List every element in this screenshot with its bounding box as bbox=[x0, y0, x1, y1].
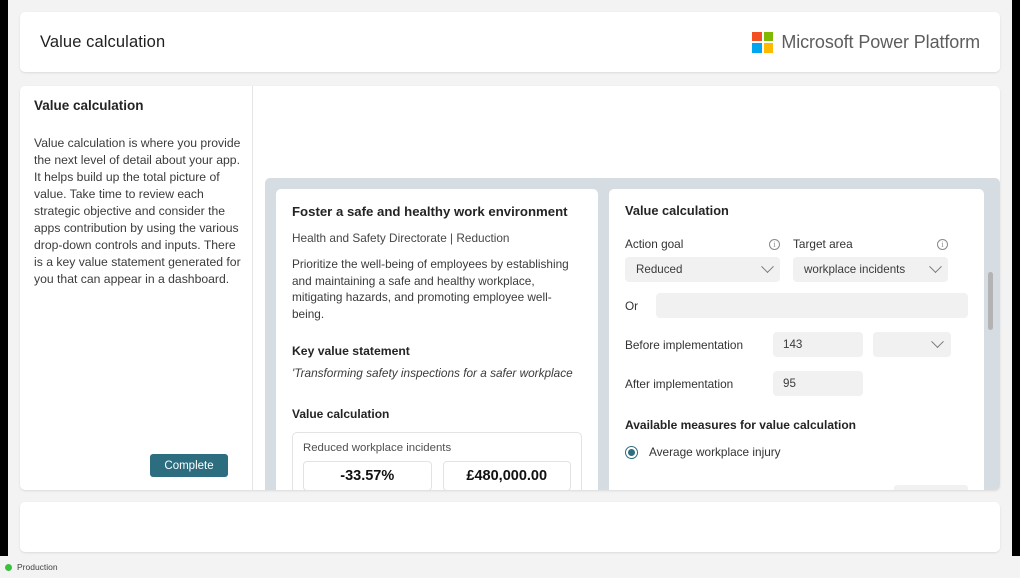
action-goal-select[interactable]: Reduced bbox=[625, 257, 780, 282]
before-implementation-label: Before implementation bbox=[625, 338, 773, 352]
main-panel: Value calculation Value calculation is w… bbox=[20, 86, 1000, 490]
environment-label: Production bbox=[17, 562, 58, 572]
or-label: Or bbox=[625, 299, 647, 313]
footer-panel bbox=[20, 502, 1000, 552]
info-icon[interactable]: i bbox=[937, 239, 948, 250]
chevron-down-icon bbox=[931, 335, 944, 348]
value-result-box: Reduced workplace incidents -33.57% £480… bbox=[292, 432, 582, 490]
or-row: Or bbox=[625, 293, 968, 318]
value-calculation-form: Value calculation Action goal i Reduced bbox=[609, 189, 984, 490]
result-percent: -33.57% bbox=[303, 461, 432, 490]
target-area-field: Target area i workplace incidents bbox=[793, 237, 948, 282]
brand-label: Microsoft Power Platform bbox=[781, 32, 980, 53]
value-calculation-label: Value calculation bbox=[292, 407, 582, 421]
target-area-value: workplace incidents bbox=[804, 263, 905, 276]
page-title: Value calculation bbox=[40, 33, 165, 52]
measure-option-row[interactable]: Average workplace injury bbox=[625, 445, 968, 459]
scrollbar-thumb[interactable] bbox=[988, 272, 993, 330]
info-title: Value calculation bbox=[34, 98, 246, 113]
info-icon[interactable]: i bbox=[769, 239, 780, 250]
before-implementation-input[interactable]: 143 bbox=[773, 332, 863, 357]
objective-summary-card: Foster a safe and healthy work environme… bbox=[276, 189, 598, 490]
objective-card: Foster a safe and healthy work environme… bbox=[265, 178, 1000, 490]
save-row: Save bbox=[625, 459, 968, 490]
goal-area-row: Action goal i Reduced Target bbox=[625, 237, 968, 282]
result-money: £480,000.00 bbox=[443, 461, 572, 490]
action-goal-value: Reduced bbox=[636, 263, 682, 276]
after-implementation-label: After implementation bbox=[625, 377, 773, 391]
column-divider bbox=[252, 86, 253, 490]
vertical-scrollbar[interactable] bbox=[986, 178, 996, 490]
after-implementation-input[interactable]: 95 bbox=[773, 371, 863, 396]
info-column: Value calculation Value calculation is w… bbox=[34, 98, 246, 288]
brand: Microsoft Power Platform bbox=[752, 32, 980, 53]
complete-button[interactable]: Complete bbox=[150, 454, 228, 477]
result-caption: Reduced workplace incidents bbox=[303, 442, 571, 454]
target-area-header: Target area i bbox=[793, 237, 948, 251]
objectives-scroll-region[interactable]: Foster a safe and healthy work environme… bbox=[265, 178, 1000, 490]
action-goal-field: Action goal i Reduced bbox=[625, 237, 780, 282]
before-implementation-row: Before implementation 143 bbox=[625, 332, 968, 357]
microsoft-logo-icon bbox=[752, 32, 773, 53]
app-header: Value calculation Microsoft Power Platfo… bbox=[20, 12, 1000, 72]
key-value-statement-label: Key value statement bbox=[292, 344, 582, 358]
action-goal-header: Action goal i bbox=[625, 237, 780, 251]
info-body: Value calculation is where you provide t… bbox=[34, 135, 246, 288]
save-button[interactable]: Save bbox=[894, 485, 968, 490]
status-dot-icon bbox=[5, 564, 12, 571]
objective-title: Foster a safe and healthy work environme… bbox=[292, 203, 582, 220]
action-goal-label: Action goal bbox=[625, 237, 683, 251]
before-implementation-unit-select[interactable] bbox=[873, 332, 951, 357]
chevron-down-icon bbox=[761, 260, 774, 273]
app-page: Value calculation Microsoft Power Platfo… bbox=[8, 0, 1012, 556]
or-input[interactable] bbox=[656, 293, 968, 318]
status-bar: Production bbox=[0, 556, 1020, 578]
after-implementation-row: After implementation 95 bbox=[625, 371, 968, 396]
target-area-select[interactable]: workplace incidents bbox=[793, 257, 948, 282]
measures-title: Available measures for value calculation bbox=[625, 418, 968, 432]
form-title: Value calculation bbox=[625, 203, 968, 218]
key-value-statement-text: 'Transforming safety inspections for a s… bbox=[292, 366, 582, 380]
objective-meta: Health and Safety Directorate | Reductio… bbox=[292, 231, 582, 245]
measure-option-label: Average workplace injury bbox=[649, 445, 781, 459]
chevron-down-icon bbox=[929, 260, 942, 273]
radio-selected-icon[interactable] bbox=[625, 446, 638, 459]
app-window: Value calculation Microsoft Power Platfo… bbox=[0, 0, 1020, 578]
objective-description: Prioritize the well-being of employees b… bbox=[292, 256, 582, 322]
result-row: -33.57% £480,000.00 bbox=[303, 461, 571, 490]
target-area-label: Target area bbox=[793, 237, 853, 251]
